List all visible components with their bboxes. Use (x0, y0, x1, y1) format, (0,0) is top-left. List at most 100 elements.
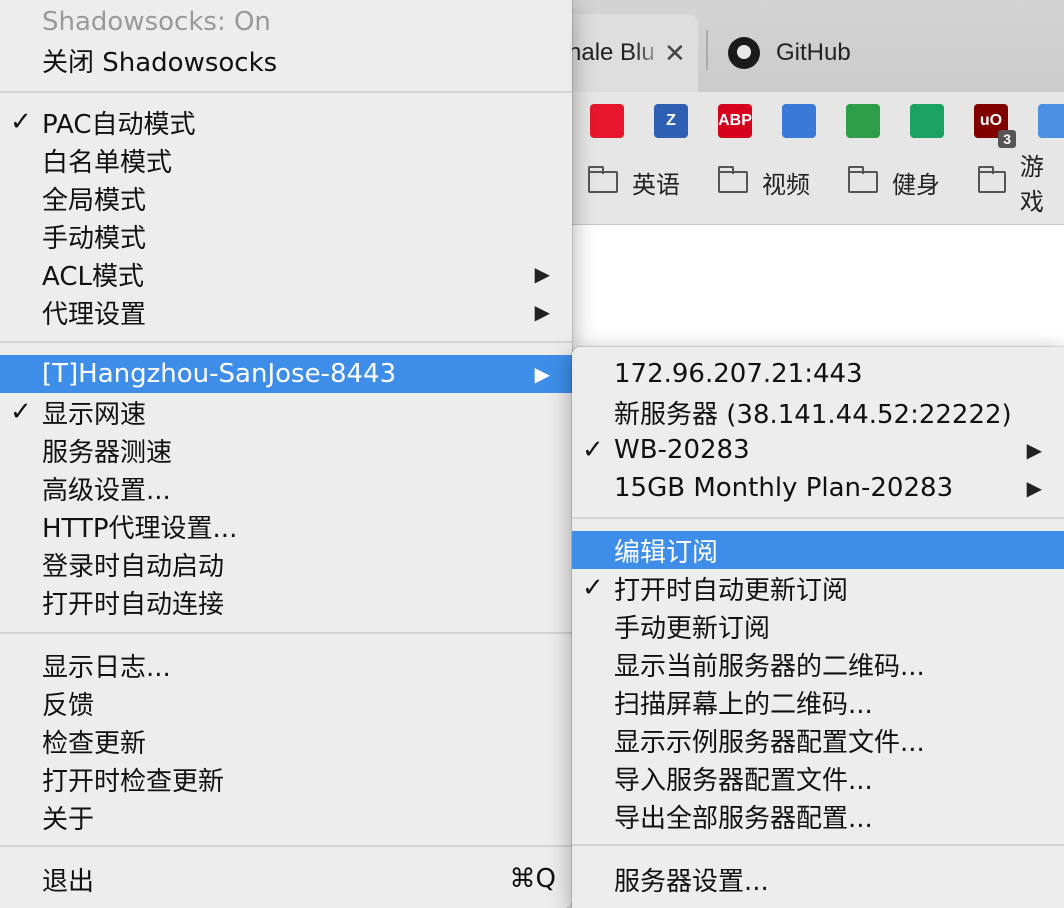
bookmark-label: 英语 (632, 171, 680, 199)
option-item[interactable]: 高级设置... (0, 469, 572, 507)
subscription-action-item[interactable]: 导入服务器配置文件... (572, 759, 1064, 797)
separator (0, 91, 572, 93)
server-settings-item[interactable]: 服务器设置... (572, 860, 1064, 898)
menu-item-label: 显示网速 (42, 399, 147, 430)
checkmark-icon: ✓ (582, 573, 604, 603)
server-select-item[interactable]: [T]Hangzhou-SanJose-8443 ▶ (0, 355, 572, 393)
mode-item[interactable]: 手动模式 (0, 217, 572, 255)
menu-item-label: PAC自动模式 (42, 109, 196, 140)
separator (0, 632, 572, 634)
subscription-action-item[interactable]: ✓ 打开时自动更新订阅 (572, 569, 1064, 607)
server-item[interactable]: 15GB Monthly Plan-20283 ▶ (572, 469, 1064, 507)
toggle-shadowsocks-item[interactable]: 关闭 Shadowsocks (0, 41, 572, 79)
folder-icon (848, 166, 878, 193)
tab-github[interactable]: GitHub (706, 14, 926, 92)
mode-item[interactable]: ✓ PAC自动模式 (0, 103, 572, 141)
subscription-action-item[interactable]: 扫描屏幕上的二维码... (572, 683, 1064, 721)
toggle-label: 关闭 Shadowsocks (42, 47, 278, 78)
server-item[interactable]: 172.96.207.21:443 (572, 355, 1064, 393)
submenu-arrow-icon: ▶ (534, 362, 550, 386)
misc-item[interactable]: 显示日志... (0, 646, 572, 684)
download-extension-icon[interactable] (846, 104, 880, 138)
shadowsocks-menu: Shadowsocks: On 关闭 Shadowsocks ✓ PAC自动模式白… (0, 0, 572, 908)
mode-item[interactable]: 代理设置 ▶ (0, 293, 572, 331)
separator (572, 517, 1064, 519)
option-item[interactable]: 服务器测速 (0, 431, 572, 469)
bookmark-folder[interactable]: 健身 (848, 160, 940, 204)
mode-item[interactable]: 白名单模式 (0, 141, 572, 179)
badge-count: 3 (998, 130, 1016, 148)
checkmark-icon: ✓ (10, 107, 32, 137)
bookmark-folder[interactable]: 视频 (718, 160, 810, 204)
menu-item-label: HTTP代理设置... (42, 513, 238, 544)
share-extension-icon[interactable] (782, 104, 816, 138)
quit-item[interactable]: 退出 ⌘Q (0, 860, 572, 898)
misc-item[interactable]: 关于 (0, 798, 572, 836)
folder-icon (718, 166, 748, 193)
menu-item-label: 代理设置 (42, 299, 147, 330)
server-settings-label: 服务器设置... (614, 866, 769, 897)
separator (0, 845, 572, 847)
option-item[interactable]: 打开时自动连接 (0, 583, 572, 621)
misc-item[interactable]: 检查更新 (0, 722, 572, 760)
menu-item-label: 全局模式 (42, 185, 147, 216)
menu-item-label: 15GB Monthly Plan-20283 (614, 473, 954, 503)
bookmark-folder[interactable]: 游戏 (978, 154, 1064, 216)
subscription-action-item[interactable]: 手动更新订阅 (572, 607, 1064, 645)
server-label: [T]Hangzhou-SanJose-8443 (42, 359, 397, 389)
zotero-icon[interactable]: Z (654, 104, 688, 138)
option-item[interactable]: HTTP代理设置... (0, 507, 572, 545)
option-item[interactable]: ✓ 显示网速 (0, 393, 572, 431)
tab-strip: hale Blu ✕ GitHub (560, 0, 1064, 92)
github-icon (728, 37, 760, 69)
chat-extension-icon[interactable] (910, 104, 944, 138)
menu-item-label: 显示示例服务器配置文件... (614, 727, 925, 758)
mode-item[interactable]: ACL模式 ▶ (0, 255, 572, 293)
subscription-action-item[interactable]: 显示当前服务器的二维码... (572, 645, 1064, 683)
misc-item[interactable]: 反馈 (0, 684, 572, 722)
tab-previous[interactable]: hale Blu ✕ (560, 14, 698, 92)
menu-item-label: 手动模式 (42, 223, 147, 254)
menu-item-label: 服务器测速 (42, 437, 173, 468)
menu-item-label: 扫描屏幕上的二维码... (614, 689, 873, 720)
checkmark-icon: ✓ (10, 397, 32, 427)
menu-item-label: ACL模式 (42, 261, 144, 292)
submenu-arrow-icon: ▶ (534, 262, 550, 286)
menu-item-label: 打开时自动连接 (42, 589, 225, 620)
server-item[interactable]: ✓ WB-20283 ▶ (572, 431, 1064, 469)
status-label: Shadowsocks: On (42, 7, 271, 37)
quit-shortcut: ⌘Q (509, 864, 556, 894)
weibo-icon[interactable] (590, 104, 624, 138)
folder-icon (978, 166, 1006, 193)
tab-label: hale Blu (568, 39, 655, 66)
bookmark-folder[interactable]: 英语 (588, 160, 680, 204)
menu-item-label: 手动更新订阅 (614, 613, 771, 644)
subscription-action-item[interactable]: 编辑订阅 (572, 531, 1064, 569)
menu-item-label: 导出全部服务器配置... (614, 803, 873, 834)
menu-item-label: 白名单模式 (42, 147, 173, 178)
submenu-arrow-icon: ▶ (1026, 476, 1042, 500)
menu-item-label: 登录时自动启动 (42, 551, 225, 582)
puzzle-extension-icon[interactable] (1038, 104, 1064, 138)
server-item[interactable]: 新服务器 (38.141.44.52:22222) (572, 393, 1064, 431)
subscription-action-item[interactable]: 显示示例服务器配置文件... (572, 721, 1064, 759)
server-submenu: 172.96.207.21:443 新服务器 (38.141.44.52:2222… (572, 347, 1064, 908)
mode-item[interactable]: 全局模式 (0, 179, 572, 217)
menu-item-label: WB-20283 (614, 435, 750, 465)
menu-item-label: 导入服务器配置文件... (614, 765, 873, 796)
status-item: Shadowsocks: On (0, 3, 572, 41)
subscription-action-item[interactable]: 导出全部服务器配置... (572, 797, 1064, 835)
menu-item-label: 编辑订阅 (614, 537, 719, 568)
bookmark-label: 健身 (892, 171, 940, 199)
menu-item-label: 172.96.207.21:443 (614, 359, 863, 389)
ublock-icon[interactable]: uO 3 (974, 104, 1016, 148)
menu-item-label: 反馈 (42, 690, 95, 721)
quit-label: 退出 (42, 866, 95, 897)
option-item[interactable]: 登录时自动启动 (0, 545, 572, 583)
misc-item[interactable]: 打开时检查更新 (0, 760, 572, 798)
menu-item-label: 显示日志... (42, 652, 171, 683)
separator (0, 341, 572, 343)
adblock-plus-icon[interactable]: ABP (718, 104, 752, 138)
bookmark-label: 视频 (762, 171, 810, 199)
close-icon[interactable]: ✕ (664, 38, 686, 69)
